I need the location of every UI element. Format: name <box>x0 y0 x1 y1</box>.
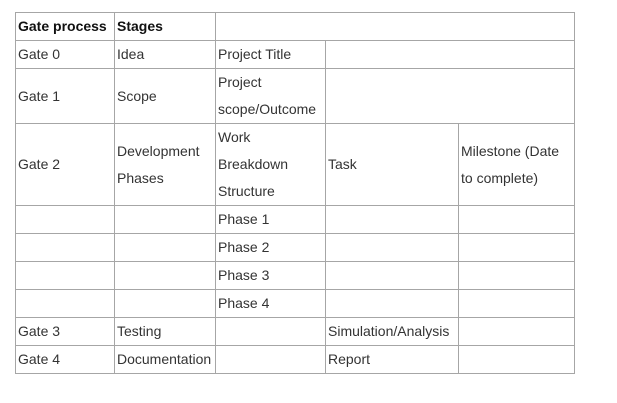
table-cell <box>458 261 575 290</box>
table-row: Gate 2 Development Phases Work Breakdown S… <box>15 123 575 206</box>
table-cell: Work Breakdown Structure <box>215 123 326 206</box>
table-cell <box>114 205 216 234</box>
table-cell <box>15 289 115 318</box>
table-cell <box>15 233 115 262</box>
table-cell: Gate 4 <box>15 345 115 374</box>
table-row: Gate 0 Idea Project Title <box>15 40 575 69</box>
table-cell <box>325 205 459 234</box>
table-cell: Gate 0 <box>15 40 115 69</box>
table-cell: Phase 3 <box>215 261 326 290</box>
table-cell <box>215 345 326 374</box>
gate-process-table-body: Gate process Stages Gate 0 Idea Project Titl… <box>15 12 575 374</box>
table-cell: Phase 2 <box>215 233 326 262</box>
table-cell: Task <box>325 123 459 206</box>
table-header-row: Gate process Stages <box>15 12 575 41</box>
table-cell <box>325 261 459 290</box>
table-row: Gate 3 Testing Simulation/Analysis <box>15 317 575 346</box>
table-cell: Phase 4 <box>215 289 326 318</box>
table-cell: Gate 3 <box>15 317 115 346</box>
table-row: Gate 1 Scope Project scope/Outcome <box>15 68 575 124</box>
table-cell: Project Title <box>215 40 326 69</box>
table-cell: Gate 1 <box>15 68 115 124</box>
table-cell <box>458 289 575 318</box>
table-cell <box>114 233 216 262</box>
table-cell <box>215 317 326 346</box>
table-cell <box>458 345 575 374</box>
table-cell: Idea <box>114 40 216 69</box>
table-row: Phase 4 <box>15 289 575 318</box>
table-cell <box>15 205 115 234</box>
table-cell: Phase 1 <box>215 205 326 234</box>
table-cell: Milestone (Date to complete) <box>458 123 575 206</box>
table-cell <box>325 289 459 318</box>
table-row: Gate 4 Documentation Report <box>15 345 575 374</box>
table-cell: Report <box>325 345 459 374</box>
table-cell <box>458 205 575 234</box>
table-cell: Gate 2 <box>15 123 115 206</box>
table-cell: Documentation <box>114 345 216 374</box>
table-cell <box>15 261 115 290</box>
table-header-cell: Stages <box>114 12 216 41</box>
table-cell <box>325 68 575 124</box>
table-cell: Scope <box>114 68 216 124</box>
table-cell <box>114 261 216 290</box>
table-cell <box>458 233 575 262</box>
table-cell <box>325 233 459 262</box>
table-cell: Development Phases <box>114 123 216 206</box>
gate-process-table: Gate process Stages Gate 0 Idea Project Titl… <box>15 12 575 374</box>
table-cell: Simulation/Analysis <box>325 317 459 346</box>
table-cell: Testing <box>114 317 216 346</box>
table-row: Phase 3 <box>15 261 575 290</box>
table-cell <box>325 40 575 69</box>
table-cell <box>114 289 216 318</box>
table-row: Phase 2 <box>15 233 575 262</box>
table-cell <box>458 317 575 346</box>
table-header-cell <box>215 12 575 41</box>
table-row: Phase 1 <box>15 205 575 234</box>
table-header-cell: Gate process <box>15 12 115 41</box>
table-cell: Project scope/Outcome <box>215 68 326 124</box>
